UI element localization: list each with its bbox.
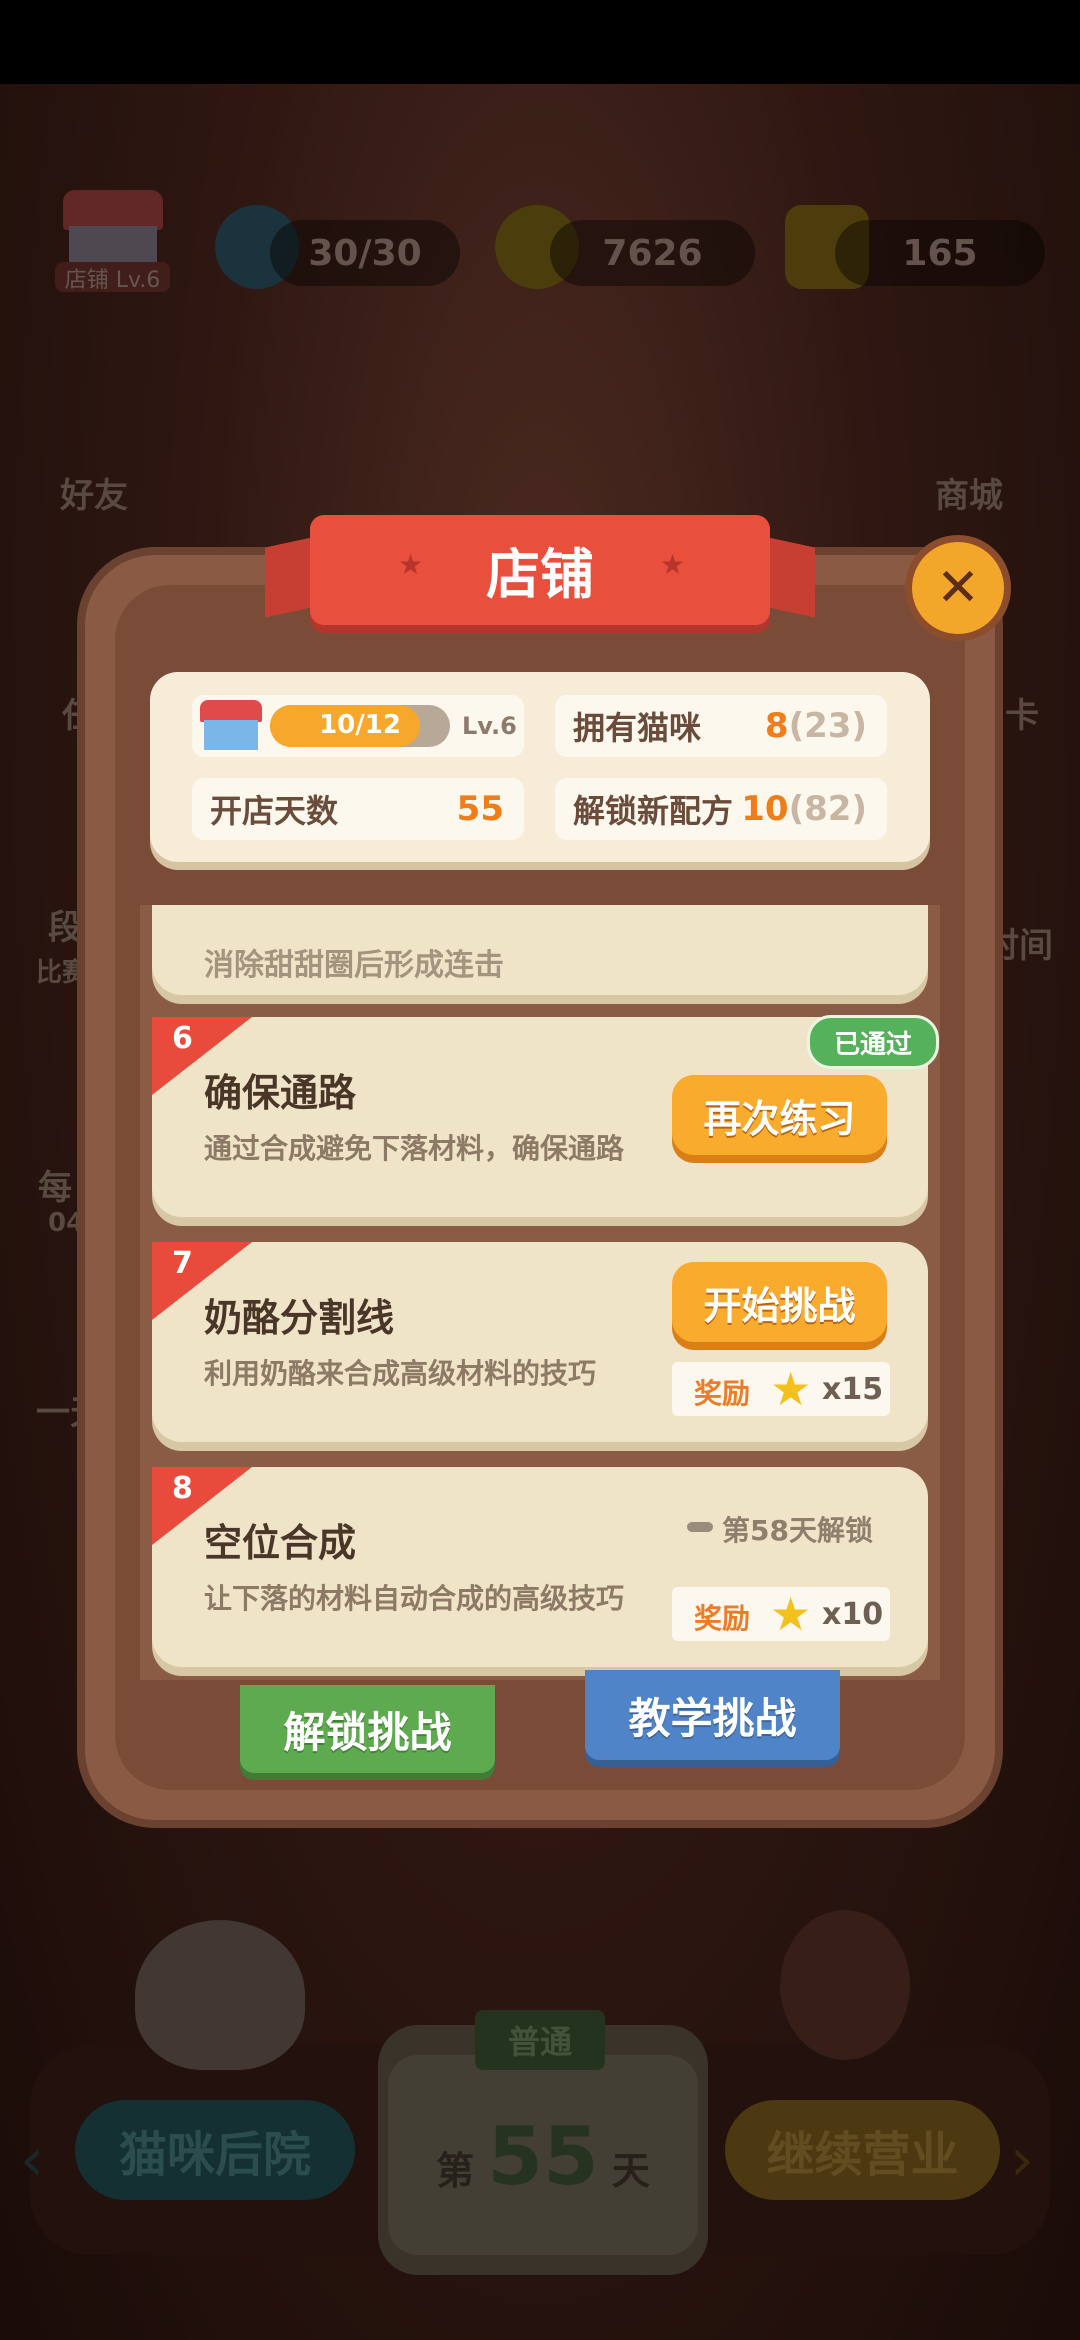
challenge-number: 8 <box>172 1471 193 1506</box>
challenge-card: 6 确保通路 通过合成避免下落材料，确保通路 已通过 再次练习 <box>152 1015 939 1217</box>
challenge-number: 6 <box>172 1021 193 1056</box>
stat-cats-value: 8(23) <box>765 706 867 746</box>
stat-cats: 拥有猫咪 8(23) <box>555 695 887 757</box>
reward-label: 奖励 <box>694 1602 751 1635</box>
close-button[interactable]: ✕ <box>912 542 1004 634</box>
status-bar <box>0 0 1080 84</box>
reward-count: x15 <box>822 1372 884 1407</box>
close-icon: ✕ <box>936 558 980 618</box>
unlock-day-text: 第58天解锁 <box>722 1514 873 1547</box>
cats-owned: 8 <box>764 706 789 746</box>
challenge-list[interactable]: 消除甜甜圈后形成连击 6 确保通路 通过合成避免下落材料，确保通路 已通过 再次… <box>140 905 940 1680</box>
stat-days-value: 55 <box>456 789 504 829</box>
challenge-desc: 通过合成避免下落材料，确保通路 <box>204 1132 625 1165</box>
stat-days-label: 开店天数 <box>210 792 339 830</box>
stat-days: 开店天数 55 <box>192 778 524 840</box>
star-icon: ★ <box>770 1362 812 1416</box>
challenge-card: 消除甜甜圈后形成连击 <box>152 905 928 995</box>
reward-count: x10 <box>822 1597 884 1632</box>
tab-unlock-challenge[interactable]: 解锁挑战 <box>240 1685 495 1773</box>
lock-icon <box>687 1522 713 1532</box>
reward-box: 奖励 ★ x15 <box>672 1362 890 1416</box>
reward-label: 奖励 <box>694 1377 751 1410</box>
reward-box: 奖励 ★ x10 <box>672 1587 890 1641</box>
stat-recipes-label: 解锁新配方 <box>573 792 734 830</box>
cats-total: (23) <box>788 706 867 746</box>
stat-cats-label: 拥有猫咪 <box>573 709 702 747</box>
tab-teaching-challenge[interactable]: 教学挑战 <box>585 1670 840 1760</box>
challenge-card: 7 奶酪分割线 利用奶酪来合成高级材料的技巧 开始挑战 奖励 ★ x15 <box>152 1242 928 1442</box>
shop-icon <box>200 700 262 752</box>
challenge-title: 奶酪分割线 <box>204 1296 395 1340</box>
challenge-desc: 利用奶酪来合成高级材料的技巧 <box>204 1357 597 1390</box>
stat-recipes: 解锁新配方 10(82) <box>555 778 887 840</box>
challenge-number: 7 <box>172 1246 193 1281</box>
passed-badge: 已通过 <box>807 1015 939 1069</box>
challenge-desc: 让下落的材料自动合成的高级技巧 <box>204 1582 625 1615</box>
star-icon: ★ <box>770 1587 812 1641</box>
challenge-card: 8 空位合成 让下落的材料自动合成的高级技巧 第58天解锁 奖励 ★ x10 <box>152 1467 928 1667</box>
recipes-unlocked: 10 <box>741 789 789 829</box>
level-text: Lv.6 <box>462 712 517 740</box>
practice-again-button[interactable]: 再次练习 <box>672 1075 887 1155</box>
recipes-total: (82) <box>788 789 867 829</box>
challenge-desc: 消除甜甜圈后形成连击 <box>204 948 504 983</box>
challenge-title: 确保通路 <box>204 1071 357 1115</box>
modal-title: 店铺 <box>486 543 594 606</box>
start-challenge-button[interactable]: 开始挑战 <box>672 1262 887 1342</box>
stat-recipes-value: 10(82) <box>741 789 867 829</box>
progress-text: 10/12 <box>319 710 401 740</box>
challenge-title: 空位合成 <box>204 1521 357 1565</box>
